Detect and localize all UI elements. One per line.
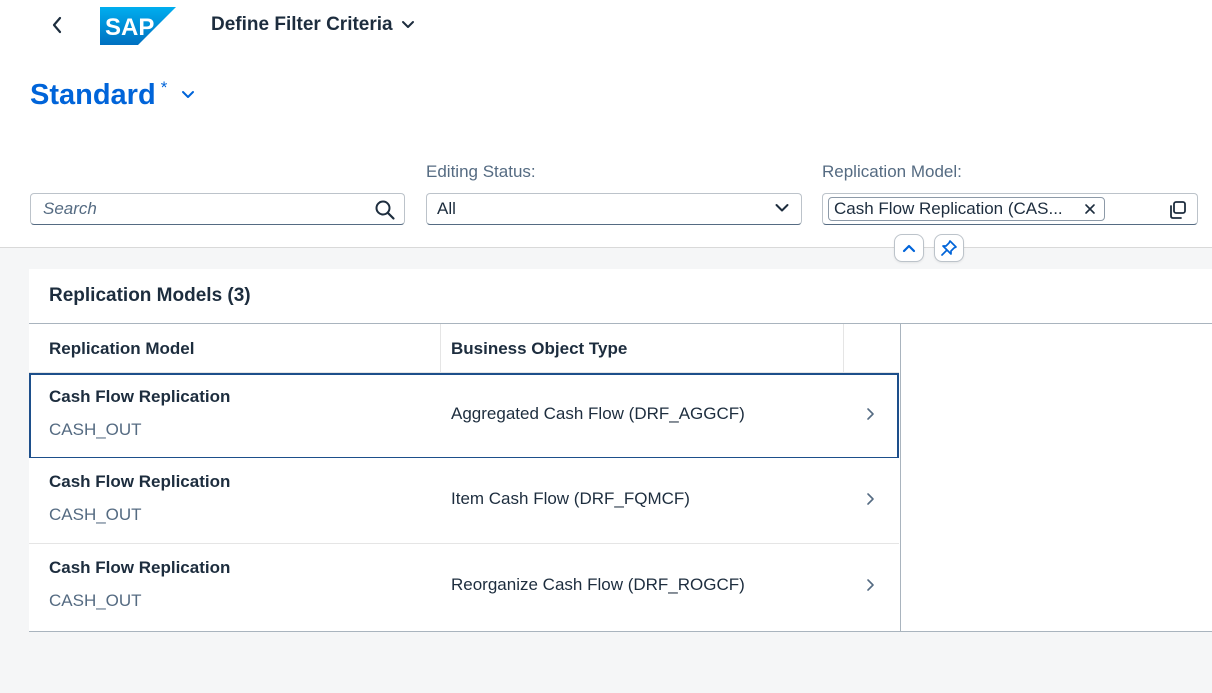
- chevron-right-icon[interactable]: [865, 492, 875, 506]
- variant-name: Standard: [30, 79, 156, 111]
- pin-icon: [941, 240, 957, 256]
- table-row[interactable]: Cash Flow Replication CASH_OUT Reorganiz…: [29, 544, 899, 630]
- search-input[interactable]: [31, 199, 361, 219]
- chevron-down-icon: [182, 91, 195, 98]
- replication-models-table: Replication Models (3) Replication Model…: [29, 269, 1212, 631]
- editing-status-select[interactable]: All: [426, 193, 802, 225]
- close-icon[interactable]: [1084, 203, 1096, 215]
- row-business-object-type: Item Cash Flow (DRF_FQMCF): [451, 489, 690, 508]
- row-business-object-type: Aggregated Cash Flow (DRF_AGGCF): [451, 404, 745, 423]
- pin-header-button[interactable]: [934, 234, 964, 262]
- variant-selector[interactable]: Standard *: [30, 78, 195, 114]
- row-business-object-type: Reorganize Cash Flow (DRF_ROGCF): [451, 575, 745, 594]
- variant-modified-marker: *: [160, 78, 168, 97]
- back-button[interactable]: [42, 10, 72, 40]
- row-model-name: Cash Flow Replication: [49, 472, 231, 491]
- chevron-right-icon[interactable]: [865, 578, 875, 592]
- chevron-up-icon: [902, 244, 916, 253]
- row-model-id: CASH_OUT: [49, 591, 142, 610]
- chevron-down-icon: [775, 204, 789, 212]
- svg-text:SAP: SAP: [105, 14, 154, 41]
- chevron-down-icon: [401, 21, 414, 28]
- column-header-replication-model[interactable]: Replication Model: [49, 324, 194, 373]
- collapse-header-button[interactable]: [894, 234, 924, 262]
- page-header: SAP Define Filter Criteria Standard * Ed…: [0, 0, 1212, 248]
- table-row[interactable]: Cash Flow Replication CASH_OUT Item Cash…: [29, 458, 899, 544]
- app-title-menu[interactable]: Define Filter Criteria: [211, 14, 415, 36]
- token-text: Cash Flow Replication (CAS...: [834, 199, 1063, 218]
- row-model-name: Cash Flow Replication: [49, 387, 231, 406]
- row-model-id: CASH_OUT: [49, 420, 142, 439]
- table-header: Replication Model Business Object Type: [29, 323, 1212, 373]
- replication-model-token[interactable]: Cash Flow Replication (CAS...: [828, 197, 1105, 221]
- chevron-right-icon[interactable]: [865, 407, 875, 421]
- app-title: Define Filter Criteria: [211, 14, 393, 35]
- shell-bar: SAP Define Filter Criteria: [0, 0, 1212, 50]
- row-model-id: CASH_OUT: [49, 505, 142, 524]
- value-help-icon[interactable]: [1167, 200, 1187, 220]
- table-bottom-border: [29, 631, 1212, 632]
- replication-model-multiinput[interactable]: Cash Flow Replication (CAS...: [822, 193, 1198, 225]
- search-icon[interactable]: [374, 199, 396, 221]
- replication-model-label: Replication Model:: [822, 162, 962, 181]
- back-arrow-icon: [52, 16, 62, 34]
- search-field[interactable]: [30, 193, 405, 225]
- table-empty-area: [900, 324, 1212, 631]
- table-title: Replication Models (3): [49, 285, 251, 306]
- table-row[interactable]: Cash Flow Replication CASH_OUT Aggregate…: [29, 373, 899, 459]
- row-model-name: Cash Flow Replication: [49, 558, 231, 577]
- column-header-business-object-type[interactable]: Business Object Type: [451, 324, 627, 373]
- editing-status-label: Editing Status:: [426, 162, 536, 181]
- sap-logo: SAP: [100, 7, 176, 45]
- editing-status-value: All: [437, 199, 456, 218]
